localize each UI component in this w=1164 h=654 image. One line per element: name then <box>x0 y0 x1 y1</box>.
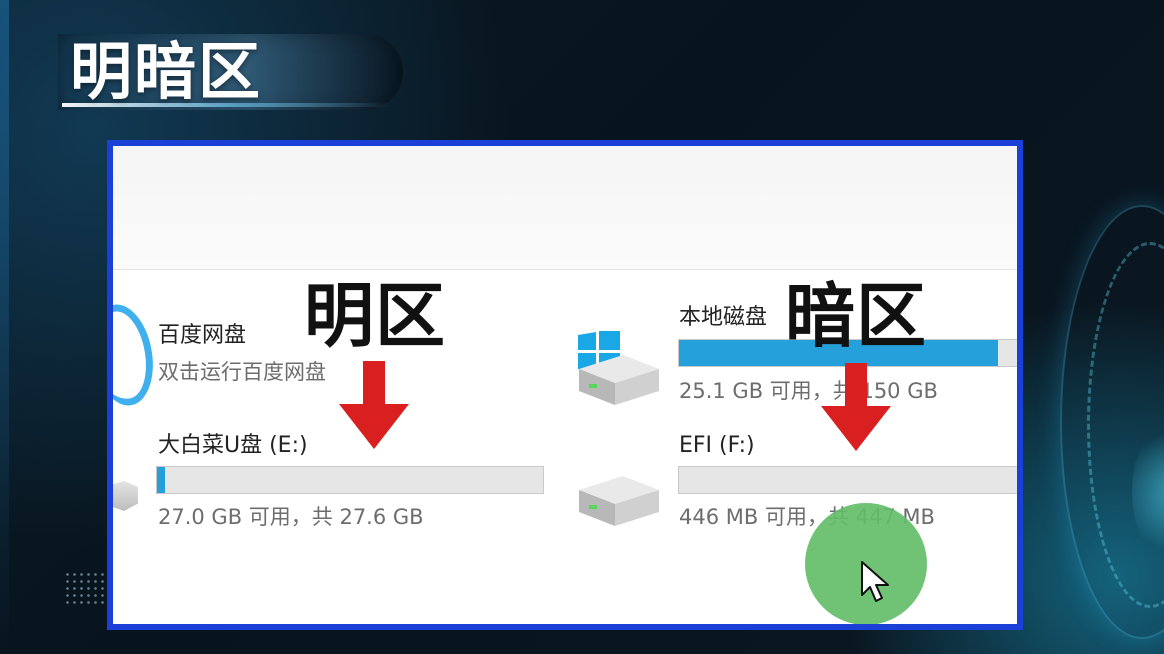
efi-drive-title[interactable]: EFI (F:) <box>679 432 755 460</box>
baidu-netdisk-title[interactable]: 百度网盘 <box>158 322 246 350</box>
mouse-cursor-icon <box>861 561 889 602</box>
bright-area-label: 明区 <box>304 275 446 357</box>
local-disk-title[interactable]: 本地磁盘 <box>679 304 767 332</box>
slide-title: 明暗区 <box>70 35 263 108</box>
baidu-netdisk-icon[interactable] <box>113 299 161 411</box>
efi-drive-usage-bar <box>678 466 1017 494</box>
local-disk-free-space: 25.1 GB 可用，共 150 GB <box>679 379 938 403</box>
slide-background: 明暗区 百度网盘 双击运行百度网盘 明区 大白菜U盘 (E:) 27.0 GB … <box>0 0 1164 654</box>
explorer-toolbar-area <box>113 146 1017 270</box>
tech-ring-decoration <box>1060 205 1164 639</box>
usb-drive-usage-bar <box>156 466 544 494</box>
dark-area-arrow-icon <box>821 363 891 451</box>
dot-pattern <box>64 571 106 607</box>
dark-area-label: 暗区 <box>785 275 927 357</box>
explorer-screenshot-panel: 百度网盘 双击运行百度网盘 明区 大白菜U盘 (E:) 27.0 GB 可用，共… <box>107 140 1023 630</box>
usb-drive-icon[interactable] <box>113 481 138 511</box>
usb-drive-title[interactable]: 大白菜U盘 (E:) <box>158 432 308 460</box>
efi-drive-icon[interactable] <box>575 472 663 532</box>
baidu-netdisk-description: 双击运行百度网盘 <box>158 360 326 384</box>
usb-drive-free-space: 27.0 GB 可用，共 27.6 GB <box>158 505 424 529</box>
windows-drive-icon[interactable] <box>575 351 663 411</box>
usb-drive-usage-fill <box>157 467 165 493</box>
bright-area-arrow-icon <box>339 361 409 449</box>
